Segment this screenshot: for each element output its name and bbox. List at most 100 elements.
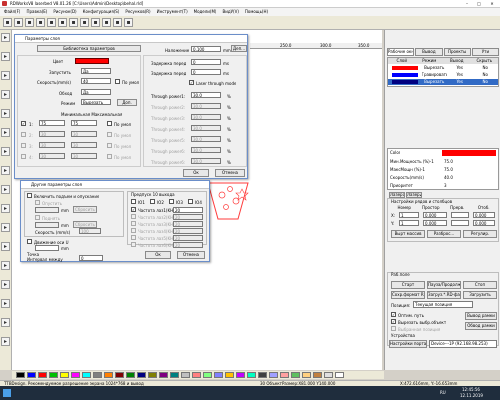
palette-swatch[interactable] [181, 372, 190, 378]
freq-input[interactable]: 20 [173, 235, 203, 241]
palette-swatch[interactable] [291, 372, 300, 378]
power-min-input[interactable]: 30 [39, 142, 65, 148]
palette-swatch[interactable] [126, 372, 135, 378]
menu-item[interactable]: Помощь(H) [245, 8, 268, 16]
menu-item[interactable]: Модели(M) [194, 8, 217, 16]
palette-swatch[interactable] [148, 372, 157, 378]
option-checkbox[interactable] [391, 326, 396, 331]
palette-swatch[interactable] [60, 372, 69, 378]
palette-swatch[interactable] [170, 372, 179, 378]
menu-item[interactable]: Рисунок(D) [53, 8, 76, 16]
cancel-button[interactable]: Отмена [177, 251, 205, 259]
power-checkbox[interactable]: ✓ [21, 121, 26, 126]
through-power-input[interactable]: 30.0 [191, 92, 221, 98]
panel-tab[interactable]: Рабочие окна [387, 48, 415, 56]
import-icon[interactable]: ▪ [36, 18, 45, 27]
freq-checkbox[interactable] [131, 235, 136, 240]
through-power-input[interactable]: 30.0 [191, 158, 221, 164]
speed-default-checkbox[interactable] [115, 79, 120, 84]
port-settings-button[interactable]: Настройки порта [389, 340, 427, 348]
stop-button[interactable]: Стоп [463, 281, 497, 289]
pause-button[interactable]: Пауза/Продолж. [427, 281, 461, 289]
arrow-icon[interactable]: ▸ [1, 33, 10, 42]
array-count-input[interactable]: 1 [399, 212, 419, 218]
speed-input[interactable]: 40 [81, 78, 111, 84]
palette-swatch[interactable] [137, 372, 146, 378]
lift-reset-button[interactable]: Сбросить [73, 221, 97, 228]
pen-icon[interactable]: ▸ [1, 71, 10, 80]
power-min-input[interactable]: 30 [39, 131, 65, 137]
array-offset-input[interactable]: 0.000 [473, 212, 495, 218]
file-button[interactable]: Загрузить [463, 291, 497, 299]
palette-swatch[interactable] [225, 372, 234, 378]
overlap-input[interactable]: 0,100 [191, 46, 221, 52]
speed-input[interactable]: 100 [79, 228, 101, 234]
power-default-checkbox[interactable] [107, 154, 112, 159]
start-button[interactable]: Старт [391, 281, 425, 289]
lower-input[interactable] [35, 207, 59, 213]
palette-swatch[interactable] [247, 372, 256, 378]
extra-button[interactable]: Доп. [117, 99, 137, 106]
palette-swatch[interactable] [104, 372, 113, 378]
freq-input[interactable]: 20 [173, 242, 203, 248]
power-max-input[interactable]: 30 [71, 142, 97, 148]
io-checkbox[interactable] [188, 199, 193, 204]
array-button[interactable]: Вырт массив [391, 230, 425, 238]
laser-through-checkbox[interactable]: ✓ [189, 80, 194, 85]
palette-swatch[interactable] [159, 372, 168, 378]
freq-checkbox[interactable] [131, 228, 136, 233]
power-default-checkbox[interactable] [107, 143, 112, 148]
palette-swatch[interactable] [313, 372, 322, 378]
freq-input[interactable]: 20 [173, 221, 203, 227]
option-checkbox[interactable]: ✓ [391, 319, 396, 324]
delay-on-input[interactable]: 0 [191, 59, 221, 65]
select-icon[interactable]: ▪ [80, 18, 89, 27]
palette-swatch[interactable] [280, 372, 289, 378]
power-checkbox[interactable] [21, 132, 26, 137]
through-power-input[interactable]: 30.0 [191, 136, 221, 142]
through-power-input[interactable]: 30.0 [191, 103, 221, 109]
start-button[interactable] [3, 389, 11, 397]
palette-swatch[interactable] [71, 372, 80, 378]
distort-icon[interactable]: ▸ [1, 204, 10, 213]
zoom-icon[interactable]: ▸ [1, 280, 10, 289]
curve-icon[interactable]: ▸ [1, 90, 10, 99]
power-checkbox[interactable] [21, 154, 26, 159]
lower-checkbox[interactable] [35, 200, 40, 205]
bypass-select[interactable]: Да [81, 89, 111, 95]
file-button[interactable]: Сохр.формат RD [391, 291, 425, 299]
array-break-input[interactable] [451, 220, 469, 226]
ok-button[interactable]: Ок [183, 169, 209, 177]
through-power-input[interactable]: 30.0 [191, 125, 221, 131]
layer-color-swatch[interactable] [75, 58, 109, 64]
image-icon[interactable]: ▸ [1, 185, 10, 194]
file-button[interactable]: Загруз.*.RD-файл [427, 291, 461, 299]
menu-item[interactable]: Ресунков(R) [125, 8, 150, 16]
u-axis-input[interactable] [35, 245, 59, 251]
mirror-icon[interactable]: ▸ [1, 337, 10, 346]
through-power-input[interactable]: 30.0 [191, 147, 221, 153]
io-checkbox[interactable] [169, 199, 174, 204]
array-break-input[interactable] [451, 212, 469, 218]
panel-tab[interactable]: Вывод [415, 48, 443, 56]
palette-swatch[interactable] [93, 372, 102, 378]
open-icon[interactable]: ▪ [14, 18, 23, 27]
circle-icon[interactable]: ▸ [1, 147, 10, 156]
dep-button[interactable]: Деп... [231, 45, 247, 52]
palette-swatch[interactable] [38, 372, 47, 378]
frame-trace-button[interactable]: Обвод рамки [465, 322, 497, 330]
frame-output-button[interactable]: Вывод рамки [465, 312, 497, 320]
feed-checkbox[interactable] [27, 193, 32, 198]
menu-item[interactable]: Файл(F) [4, 8, 20, 16]
panel-tab[interactable]: Ути [471, 48, 499, 56]
palette-swatch[interactable] [192, 372, 201, 378]
array-button[interactable]: Регулир. [463, 230, 497, 238]
palette-swatch[interactable] [324, 372, 333, 378]
palette-swatch[interactable] [82, 372, 91, 378]
taskbar-date[interactable]: 12.11.2019 [460, 393, 483, 399]
freq-checkbox[interactable]: ✓ [131, 207, 136, 212]
lift-input[interactable] [35, 222, 59, 228]
array-button[interactable]: Разброс... [427, 230, 461, 238]
zoom-out-icon[interactable]: ▪ [102, 18, 111, 27]
text-icon[interactable]: ▸ [1, 166, 10, 175]
